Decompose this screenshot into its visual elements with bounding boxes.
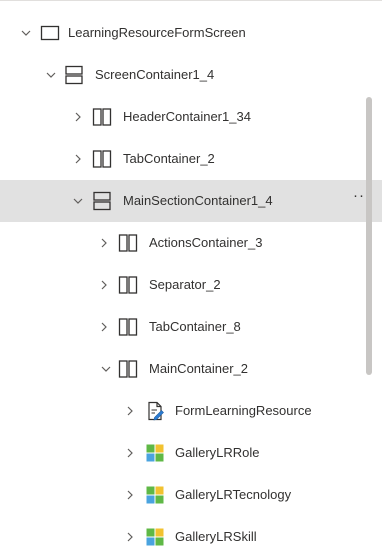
chevron-right-icon[interactable] [123,404,137,418]
tree-item-tab-container-2[interactable]: TabContainer_2 [0,138,382,180]
tree-item-actions-container[interactable]: ActionsContainer_3 [0,222,382,264]
tree-item-label: ScreenContainer1_4 [95,67,215,82]
chevron-down-icon[interactable] [71,194,85,208]
chevron-right-icon[interactable] [71,110,85,124]
chevron-right-icon[interactable] [123,530,137,544]
tree-item-label: MainContainer_2 [149,361,249,376]
horizontal-container-icon [118,360,138,378]
tree-item-tab-container-8[interactable]: TabContainer_8 [0,306,382,348]
tree-item-learning-resource-form-screen[interactable]: LearningResourceFormScreen [0,12,382,54]
horizontal-container-icon [118,276,138,294]
tree-item-label: GalleryLRSkill [175,529,257,544]
chevron-right-icon[interactable] [123,488,137,502]
tree-item-gallery-lr-tecnology[interactable]: GalleryLRTecnology [0,474,382,516]
tree-item-main-container[interactable]: MainContainer_2 [0,348,382,390]
screen-icon [40,25,60,41]
tree-item-label: GalleryLRRole [175,445,260,460]
tree-item-main-section-container[interactable]: MainSectionContainer1_4 ··· [0,180,382,222]
horizontal-container-icon [118,318,138,336]
chevron-right-icon[interactable] [71,152,85,166]
horizontal-container-icon [92,108,112,126]
vertical-container-icon [93,191,111,211]
chevron-right-icon[interactable] [97,278,111,292]
tree-item-separator[interactable]: Separator_2 [0,264,382,306]
chevron-right-icon[interactable] [123,446,137,460]
gallery-icon [146,486,164,504]
form-icon [148,401,164,421]
tree-item-label: TabContainer_8 [149,319,241,334]
tree-item-gallery-lr-role[interactable]: GalleryLRRole [0,432,382,474]
tree-item-screen-container[interactable]: ScreenContainer1_4 [0,54,382,96]
vertical-scrollbar[interactable] [366,97,372,375]
tree-item-label: MainSectionContainer1_4 [123,193,273,208]
tree-item-label: GalleryLRTecnology [175,487,292,502]
chevron-right-icon[interactable] [97,236,111,250]
tree-view-panel: LearningResourceFormScreen ScreenContain… [0,0,382,552]
chevron-down-icon[interactable] [44,68,58,82]
tree-item-label: FormLearningResource [175,403,312,418]
horizontal-container-icon [118,234,138,252]
tree-item-header-container[interactable]: HeaderContainer1_34 [0,96,382,138]
tree-item-label: Separator_2 [149,277,221,292]
chevron-down-icon[interactable] [99,362,113,376]
gallery-icon [146,444,164,462]
tree-item-label: ActionsContainer_3 [149,235,263,250]
tree-item-gallery-lr-skill[interactable]: GalleryLRSkill [0,516,382,552]
tree-item-label: TabContainer_2 [123,151,215,166]
chevron-right-icon[interactable] [97,320,111,334]
tree-item-form-learning-resource[interactable]: FormLearningResource [0,390,382,432]
tree-item-label: HeaderContainer1_34 [123,109,251,124]
vertical-container-icon [65,65,83,85]
tree-item-label: LearningResourceFormScreen [68,25,246,40]
chevron-down-icon[interactable] [19,26,33,40]
horizontal-container-icon [92,150,112,168]
gallery-icon [146,528,164,546]
